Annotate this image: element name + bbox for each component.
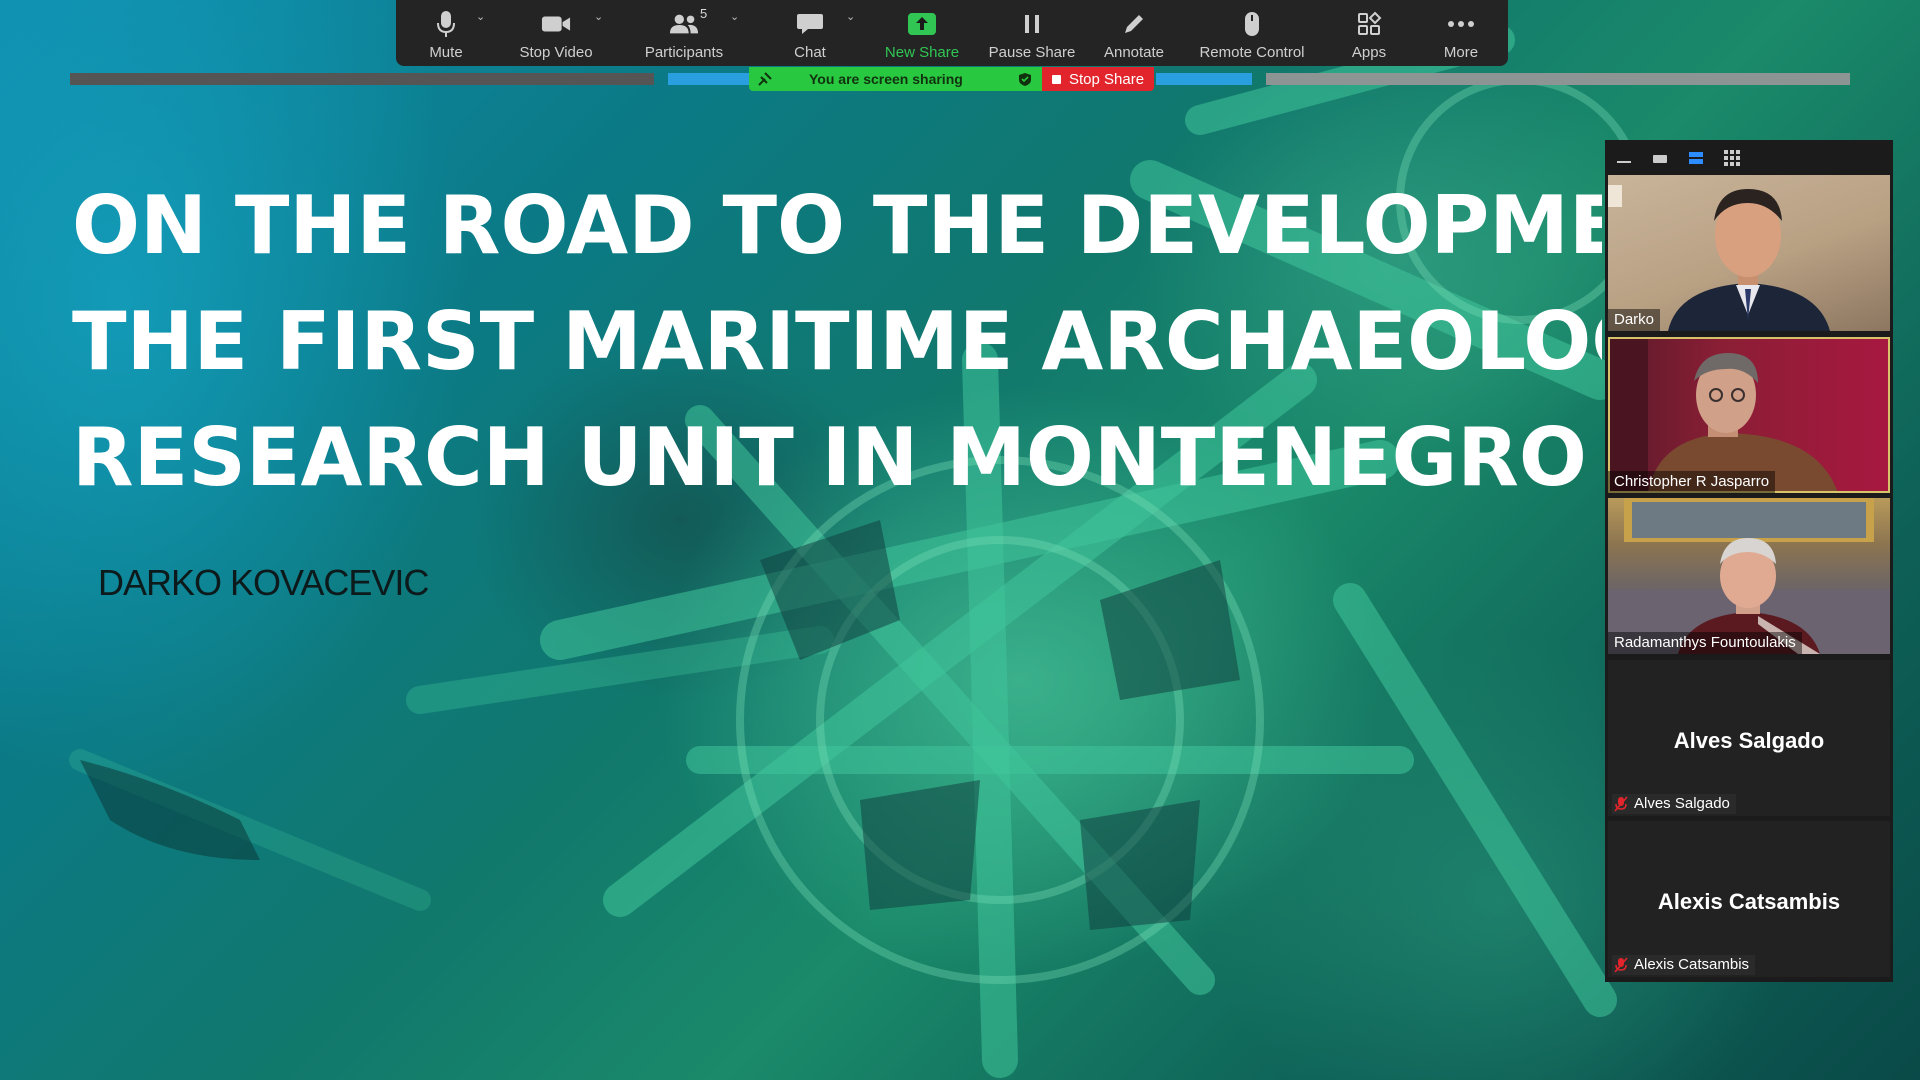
- screen-sharing-banner: You are screen sharing: [749, 67, 1042, 91]
- chat-label: Chat: [794, 44, 826, 61]
- mouse-icon: [1237, 10, 1267, 38]
- stop-share-label: Stop Share: [1069, 70, 1145, 88]
- stop-share-button[interactable]: Stop Share: [1042, 67, 1154, 91]
- participant-display-name: Alexis Catsambis: [1657, 889, 1841, 914]
- meeting-toolbar: Mute ⌄ Stop Video ⌄ 5 Participants ⌄ Cha…: [396, 0, 1508, 66]
- participant-video: [1608, 337, 1838, 493]
- remote-control-button[interactable]: Remote Control: [1180, 0, 1324, 66]
- slide-title: ON THE ROAD TO THE DEVELOPMENT THE FIRST…: [72, 168, 1602, 516]
- chevron-down-icon[interactable]: ⌄: [476, 10, 485, 23]
- participant-name-tag: Alexis Catsambis: [1612, 955, 1756, 975]
- chevron-down-icon[interactable]: ⌄: [730, 10, 739, 23]
- share-border-accent: [1156, 73, 1252, 85]
- participant-name: Christopher R Jasparro: [1608, 471, 1776, 493]
- new-share-button[interactable]: New Share: [868, 0, 976, 66]
- mute-button[interactable]: Mute ⌄: [396, 0, 496, 66]
- slide-title-line-1: ON THE ROAD TO THE DEVELOPMENT: [72, 179, 1602, 272]
- gallery-view-controls: [1605, 140, 1893, 175]
- participant-name: Radamanthys Fountoulakis: [1608, 632, 1802, 654]
- new-share-label: New Share: [884, 44, 960, 61]
- participant-tile[interactable]: Alexis Catsambis Alexis Catsambis: [1608, 821, 1890, 977]
- participant-tile[interactable]: Darko: [1608, 175, 1890, 331]
- participant-name: Alexis Catsambis: [1634, 956, 1750, 973]
- minimize-icon[interactable]: [1615, 151, 1633, 165]
- pause-icon: [1017, 10, 1047, 38]
- gallery-grid-icon[interactable]: [1723, 149, 1741, 166]
- participant-video: [1608, 498, 1890, 654]
- participants-icon: [669, 10, 699, 38]
- chat-button[interactable]: Chat ⌄: [752, 0, 868, 66]
- participants-label: Participants: [644, 44, 724, 61]
- microphone-muted-icon: [1614, 956, 1628, 973]
- microphone-muted-icon: [1614, 795, 1628, 812]
- slide-author: DARKO KOVACEVIC: [98, 562, 429, 603]
- more-label: More: [1443, 44, 1479, 61]
- stop-icon: [1052, 74, 1061, 84]
- participants-button[interactable]: 5 Participants ⌄: [616, 0, 752, 66]
- participant-name: Alves Salgado: [1634, 795, 1730, 812]
- microphone-icon: [431, 10, 461, 38]
- participant-tile[interactable]: Radamanthys Fountoulakis: [1608, 498, 1890, 654]
- slide-title-line-3: RESEARCH UNIT IN MONTENEGRO: [72, 411, 1587, 504]
- participant-video: [1608, 185, 1830, 331]
- annotate-button[interactable]: Annotate: [1088, 0, 1180, 66]
- pause-share-button[interactable]: Pause Share: [976, 0, 1088, 66]
- participants-count: 5: [700, 6, 708, 21]
- participant-display-name: Alves Salgado: [1673, 728, 1825, 753]
- remote-control-label: Remote Control: [1199, 44, 1305, 61]
- more-button[interactable]: More: [1414, 0, 1508, 66]
- share-screen-icon: [907, 10, 937, 38]
- apps-icon: [1354, 10, 1384, 38]
- participant-name-tag: Alves Salgado: [1612, 794, 1736, 814]
- participant-tile[interactable]: Alves Salgado Alves Salgado: [1608, 660, 1890, 816]
- annotate-label: Annotate: [1103, 44, 1165, 61]
- ellipsis-icon: [1446, 10, 1476, 38]
- participant-gallery: Darko Christopher R Jasparro Radamanthys…: [1605, 140, 1893, 982]
- stop-video-label: Stop Video: [519, 44, 593, 61]
- pause-share-label: Pause Share: [988, 44, 1076, 61]
- apps-button[interactable]: Apps: [1324, 0, 1414, 66]
- hide-video-icon[interactable]: [1651, 151, 1669, 165]
- stop-video-button[interactable]: Stop Video ⌄: [496, 0, 616, 66]
- video-camera-icon: [541, 10, 571, 38]
- share-border-accent: [668, 73, 752, 85]
- share-border-left: [70, 73, 654, 85]
- drag-handle-icon[interactable]: [757, 71, 773, 87]
- participant-tile-active-speaker[interactable]: Christopher R Jasparro: [1608, 337, 1890, 493]
- mute-label: Mute: [429, 44, 463, 61]
- apps-label: Apps: [1351, 44, 1387, 61]
- chevron-down-icon[interactable]: ⌄: [594, 10, 603, 23]
- chat-icon: [795, 10, 825, 38]
- pencil-icon: [1119, 10, 1149, 38]
- screen-sharing-status: You are screen sharing: [809, 71, 963, 87]
- share-border-right: [1266, 73, 1850, 85]
- slide-title-line-2: THE FIRST MARITIME ARCHAEOLOGY: [72, 295, 1602, 388]
- participant-name: Darko: [1608, 309, 1661, 331]
- chevron-down-icon[interactable]: ⌄: [846, 10, 855, 23]
- shield-icon: [1019, 73, 1031, 86]
- speaker-view-icon[interactable]: [1687, 151, 1705, 165]
